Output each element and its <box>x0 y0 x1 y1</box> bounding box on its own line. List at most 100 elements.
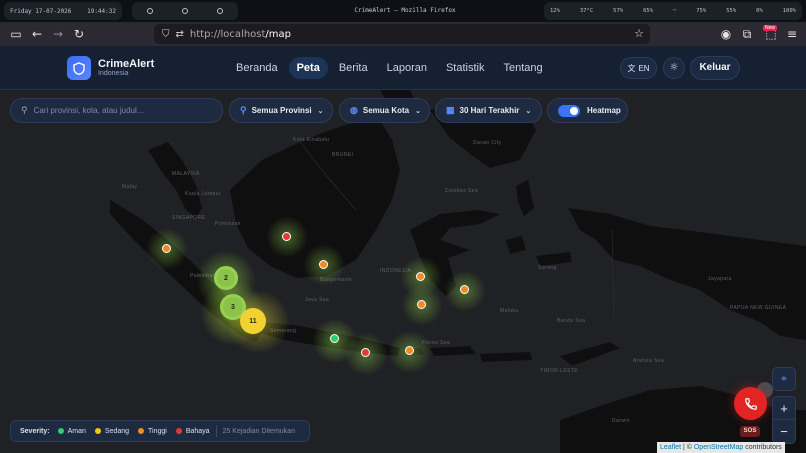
sos-call-button[interactable] <box>734 387 767 420</box>
forward-icon[interactable]: → <box>50 26 66 42</box>
incident-cluster[interactable]: 2 <box>214 266 238 290</box>
incident-marker-bahaya[interactable] <box>361 348 370 357</box>
reload-icon[interactable]: ↻ <box>71 26 87 42</box>
incident-marker-tinggi[interactable] <box>416 272 425 281</box>
wifi-icon: ◠ <box>673 8 677 14</box>
incident-marker-tinggi[interactable] <box>162 244 171 253</box>
os-workspaces[interactable] <box>132 2 238 20</box>
zoom-out-button[interactable]: − <box>773 420 795 443</box>
map-label: Celebes Sea <box>445 188 479 194</box>
map-label: Pontianak <box>215 221 241 227</box>
incident-marker-tinggi[interactable] <box>405 346 414 355</box>
menu-icon[interactable]: ≡ <box>784 26 800 42</box>
incident-marker-tinggi[interactable] <box>417 300 426 309</box>
incident-marker-aman[interactable] <box>330 334 339 343</box>
os-date: Friday 17-07-2026 <box>10 7 72 15</box>
osm-link[interactable]: OpenStreetMap <box>694 444 743 451</box>
crosshair-icon: ⌖ <box>780 372 788 385</box>
brightness-status: 0% <box>756 8 763 14</box>
map-label: BRUNEI <box>332 152 354 158</box>
zoom-control: + − <box>772 396 796 444</box>
workspace-dot[interactable] <box>181 8 188 14</box>
incident-marker-bahaya[interactable] <box>282 232 291 241</box>
brand-logo[interactable] <box>67 56 91 80</box>
chevron-down-icon: ⌄ <box>525 107 532 115</box>
firefox-account-icon[interactable]: ◉ <box>718 26 734 42</box>
map-label: Jayapura <box>708 276 732 282</box>
legend-divider <box>215 425 217 437</box>
incident-cluster[interactable]: 11 <box>240 308 266 334</box>
url-text[interactable]: http://localhost/map <box>190 29 291 40</box>
network-status: 75% <box>696 8 707 14</box>
os-window-title: CrimeAlert — Mozilla Firefox <box>354 7 456 14</box>
search-input[interactable] <box>33 106 204 115</box>
brand-name[interactable]: CrimeAlert <box>98 58 154 70</box>
incident-count: 25 Kejadian Ditemukan <box>222 427 295 435</box>
site-info-icon[interactable]: ⇄ <box>176 29 184 40</box>
search-icon: ⚲ <box>21 105 28 115</box>
location-pin-icon: ⚲ <box>240 105 247 115</box>
address-bar[interactable]: ⛉ ⇄ http://localhost/map ☆ <box>154 24 650 44</box>
legend-dot <box>94 428 101 434</box>
os-taskbar: Friday 17-07-2026 19:44:32 CrimeAlert — … <box>0 0 806 22</box>
new-badge: New <box>763 25 778 31</box>
nav-statistik[interactable]: Statistik <box>438 57 493 79</box>
sun-icon: ☼ <box>669 62 679 73</box>
temp-status: 37°C <box>579 8 594 14</box>
leaflet-link[interactable]: Leaflet <box>660 444 681 451</box>
city-value: Semua Kota <box>362 106 410 115</box>
nav-peta[interactable]: Peta <box>288 57 328 79</box>
legend-item-sedang: Sedang <box>94 428 129 435</box>
legend-dot <box>175 428 182 434</box>
sos-label: SOS <box>740 426 760 437</box>
legend-item-aman: Aman <box>57 428 86 435</box>
chevron-down-icon: ⌄ <box>415 107 421 115</box>
main-nav: Beranda Peta Berita Laporan Statistik Te… <box>228 57 554 79</box>
os-time: 19:44:32 <box>87 7 116 15</box>
zoom-in-button[interactable]: + <box>773 397 795 420</box>
incident-marker-tinggi[interactable] <box>319 260 328 269</box>
back-icon[interactable]: ← <box>29 26 45 42</box>
bookmark-star-icon[interactable]: ☆ <box>634 27 644 40</box>
heatmap-switch[interactable] <box>558 104 580 117</box>
city-select[interactable]: ◍ Semua Kota ⌄ <box>339 98 430 123</box>
map-label: MALAYSIA <box>172 171 200 177</box>
search-box[interactable]: ⚲ <box>10 98 223 123</box>
map-label: Banda Sea <box>557 318 586 324</box>
map-label: TIMOR-LESTE <box>540 368 579 374</box>
calendar-icon: ▦ <box>446 105 455 115</box>
date-range-select[interactable]: ▦ 30 Hari Terakhir ⌄ <box>435 98 542 123</box>
workspace-dot[interactable] <box>217 8 224 14</box>
sidebar-toggle-icon[interactable]: ▭ <box>8 26 24 42</box>
incident-marker-tinggi[interactable] <box>460 285 469 294</box>
memory-status: 57% <box>613 8 624 14</box>
map-label: Java Sea <box>305 297 330 303</box>
browser-toolbar: ▭ ← → ↻ ⛉ ⇄ http://localhost/map ☆ ◉ ⧉ ⬚… <box>0 22 806 46</box>
shield-icon[interactable]: ⛉ <box>162 29 170 40</box>
locate-me-button[interactable]: ⌖ <box>772 367 796 391</box>
logout-button[interactable]: Keluar <box>690 56 740 80</box>
heatmap-toggle[interactable]: Heatmap <box>547 98 628 123</box>
language-button[interactable]: 文 EN <box>620 57 657 79</box>
map-attribution: Leaflet | © OpenStreetMap contributors <box>657 442 785 453</box>
map-label: Kota Kinabalu <box>293 137 330 143</box>
date-range-value: 30 Hari Terakhir <box>459 106 520 115</box>
nav-tentang[interactable]: Tentang <box>495 57 550 79</box>
theme-toggle-button[interactable]: ☼ <box>663 57 685 79</box>
legend-dot <box>138 428 145 434</box>
map-canvas[interactable]: MALAYSIA Kota Kinabalu Kuala Lumpur SING… <box>0 90 806 453</box>
nav-laporan[interactable]: Laporan <box>379 57 435 79</box>
legend-item-tinggi: Tinggi <box>138 428 167 435</box>
map-label: Darwin <box>612 418 630 424</box>
nav-beranda[interactable]: Beranda <box>228 57 286 79</box>
map-label: Malay <box>122 184 138 190</box>
heatmap-label: Heatmap <box>587 106 621 115</box>
nav-berita[interactable]: Berita <box>331 57 376 79</box>
cpu-status: 12% <box>550 8 560 14</box>
extensions-icon[interactable]: ⧉ <box>739 26 755 42</box>
workspace-dot[interactable] <box>146 8 153 14</box>
severity-legend: Severity: Aman Sedang Tinggi Bahaya 25 K… <box>10 420 310 442</box>
os-clock: Friday 17-07-2026 19:44:32 <box>4 2 122 20</box>
province-select[interactable]: ⚲ Semua Provinsi ⌄ <box>229 98 333 123</box>
map-label: SINGAPORE <box>172 215 206 221</box>
